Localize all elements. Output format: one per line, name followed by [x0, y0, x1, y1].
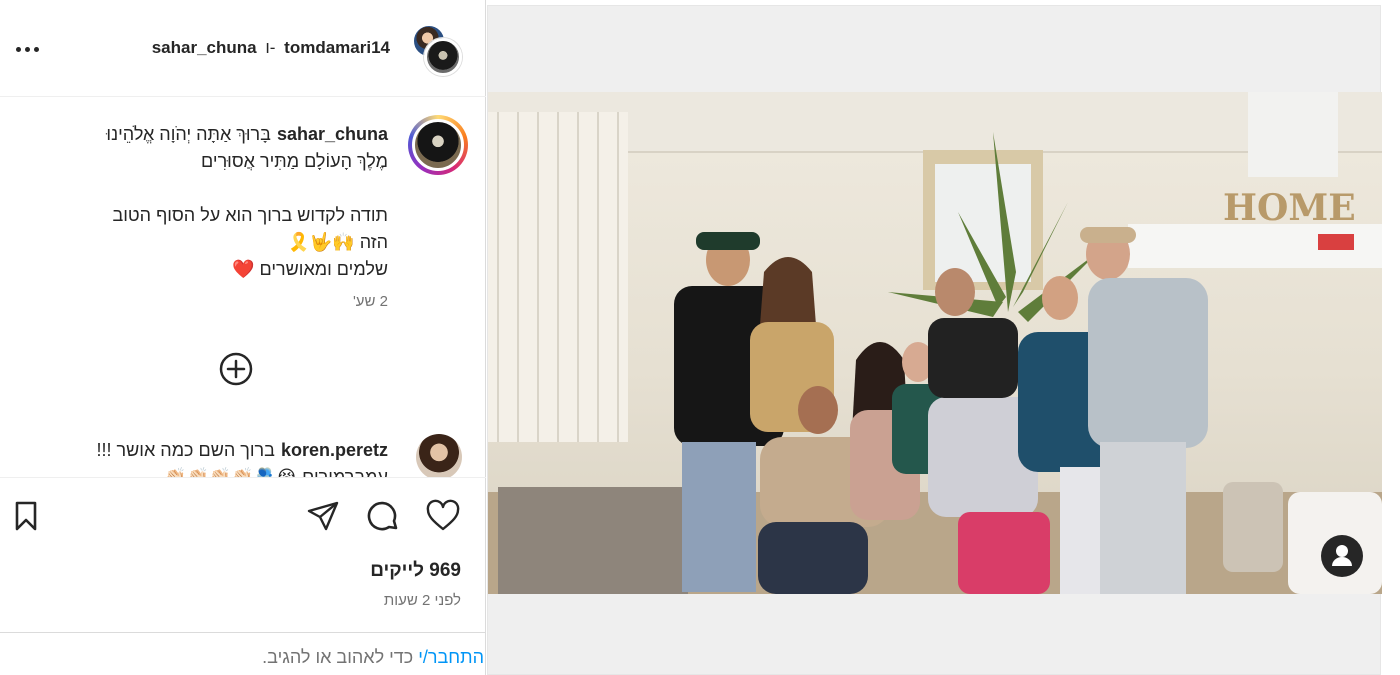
post-panel: sahar_chuna ו- tomdamari14 sahar_chuna בָ…	[0, 0, 486, 675]
caption-text: sahar_chuna בָּרוּךְ אַתָּה יְהֹוָה אֱלֹה…	[48, 121, 388, 283]
comment-body: ברוך השם כמה אושר !!!	[96, 440, 275, 460]
header-separator: ו-	[265, 38, 276, 57]
speech-bubble-icon[interactable]	[365, 498, 401, 534]
caption-timestamp[interactable]: 2 שע'	[353, 293, 388, 310]
media-area: HOME	[487, 5, 1382, 675]
caption-line-4: הזה 🙌🤟🎗️	[287, 232, 388, 252]
likes-count[interactable]: 969 לייקים	[370, 560, 461, 582]
header-user-1[interactable]: sahar_chuna	[152, 38, 257, 57]
header-usernames: sahar_chuna ו- tomdamari14	[152, 38, 390, 58]
login-text: התחבר/י כדי לאהוב או להגיב.	[262, 647, 484, 668]
caption-line-5: שלמים ומאושרים ❤️	[232, 259, 388, 279]
login-rest: כדי לאהוב או להגיב.	[262, 647, 419, 667]
caption-username[interactable]: sahar_chuna	[277, 124, 388, 144]
photo-illustration: HOME	[488, 92, 1382, 594]
caption-section: sahar_chuna בָּרוּךְ אַתָּה יְהֹוָה אֱלֹה…	[0, 97, 486, 477]
post-header: sahar_chuna ו- tomdamari14	[0, 0, 486, 97]
login-prompt: התחבר/י כדי לאהוב או להגיב.	[0, 632, 486, 675]
more-options-icon[interactable]	[14, 46, 42, 54]
caption-line-1: בָּרוּךְ אַתָּה יְהֹוָה אֱלֹהֵינוּ	[106, 124, 271, 144]
caption-line-3: תודה לקדוש ברוך הוא על הסוף הטוב	[112, 205, 388, 225]
post-photo[interactable]: HOME	[488, 92, 1382, 594]
action-bar	[0, 477, 486, 557]
svg-text:HOME: HOME	[1223, 187, 1356, 229]
caption-avatar[interactable]	[408, 115, 468, 175]
comment-username[interactable]: koren.peretz	[281, 440, 388, 460]
login-link[interactable]: התחבר/י	[418, 647, 484, 667]
plus-circle-icon[interactable]	[218, 351, 254, 387]
avatar	[424, 38, 462, 76]
caption-line-2: מֶלֶךְ הָעוֹלָם מַתִּיר אֲסוּרִים	[201, 151, 388, 171]
comment-item: koren.peretz ברוך השם כמה אושר !!! עמברמו…	[38, 437, 388, 477]
person-icon[interactable]	[1321, 535, 1363, 577]
header-user-2[interactable]: tomdamari14	[284, 38, 390, 57]
header-avatars[interactable]	[412, 24, 464, 78]
post-timestamp[interactable]: לפני 2 שעות	[384, 592, 461, 609]
comment-avatar[interactable]	[416, 434, 462, 477]
bookmark-icon[interactable]	[8, 498, 44, 534]
heart-icon[interactable]	[425, 498, 461, 534]
comment-body-2: עמברמורים 😭🫂👏🏻👏🏻👏🏻👏🏻	[164, 467, 388, 477]
paper-plane-icon[interactable]	[305, 498, 341, 534]
